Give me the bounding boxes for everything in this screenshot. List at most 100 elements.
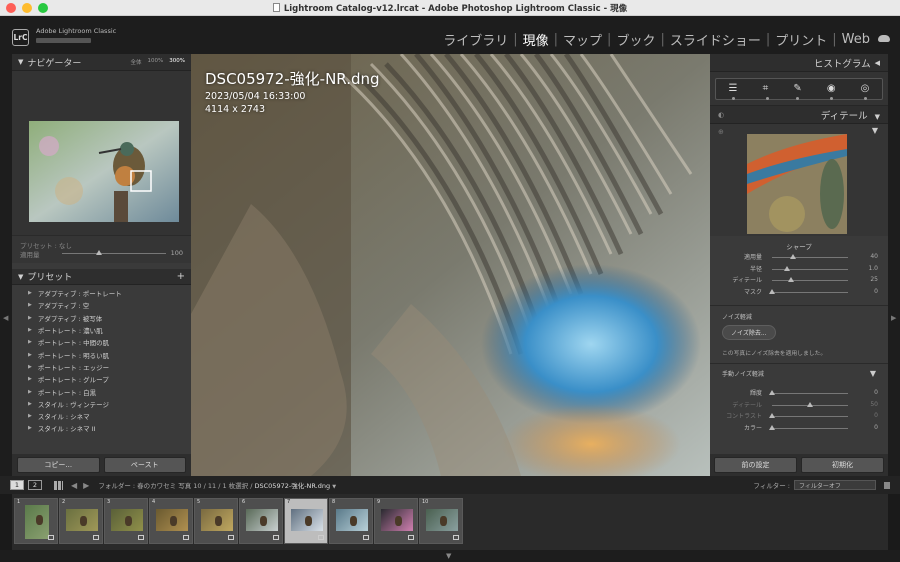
disclosure-triangle-icon[interactable]: ▶ (28, 425, 32, 431)
preset-folder-item[interactable]: ▶ ポートレート : 濃い肌 (28, 324, 191, 336)
navigator-thumbnail[interactable] (29, 121, 179, 222)
module-5[interactable]: プリント (775, 30, 827, 49)
red-eye-icon[interactable]: ◉ (827, 83, 836, 100)
previous-settings-button[interactable]: 前の設定 (714, 457, 797, 473)
slider-track[interactable] (772, 291, 848, 293)
detail-header[interactable]: ◐ ディテール ▼ (710, 106, 888, 124)
slider-value[interactable]: 25 (870, 276, 878, 283)
left-edge[interactable]: ◀ (0, 54, 12, 476)
denoise-button[interactable]: ノイズ除去... (722, 325, 776, 340)
filmstrip-thumbnail[interactable]: 2 (59, 498, 103, 544)
filmstrip-thumbnail[interactable]: 8 (329, 498, 373, 544)
disclosure-triangle-icon[interactable]: ▶ (28, 315, 32, 321)
photo-canvas[interactable]: DSC05972-強化-NR.dng 2023/05/04 16:33:00 4… (191, 54, 710, 476)
module-2[interactable]: マップ (563, 30, 602, 49)
slider-track[interactable] (772, 280, 848, 281)
right-edge[interactable]: ▶ (888, 54, 900, 476)
slider-track[interactable] (772, 393, 848, 394)
close-window-button[interactable] (6, 3, 16, 13)
slider-value[interactable]: 50 (870, 401, 878, 408)
slider-knob[interactable] (788, 277, 794, 282)
navigator-header[interactable]: ▼ ナビゲーター 全体 100% 300% (12, 54, 191, 71)
masking-icon[interactable]: ◎ (861, 83, 869, 100)
disclosure-triangle-icon[interactable]: ▶ (28, 339, 32, 345)
grid-view-icon[interactable] (54, 480, 63, 490)
slider-value[interactable]: 0 (874, 424, 878, 431)
navigator-preview[interactable] (12, 71, 191, 235)
preset-folder-item[interactable]: ▶ スタイル : シネマ (28, 410, 191, 422)
preset-folder-item[interactable]: ▶ スタイル : ヴィンテージ (28, 398, 191, 410)
collapse-left-arrow-icon[interactable]: ◀ (3, 314, 8, 322)
slider-knob[interactable] (769, 424, 775, 430)
preset-folder-item[interactable]: ▶ アダプティブ : 空 (28, 299, 191, 311)
slider-value[interactable]: 0 (874, 389, 878, 396)
slider-knob[interactable] (784, 265, 791, 271)
histogram-header[interactable]: ヒストグラム ◀ (710, 54, 888, 72)
disclosure-triangle-icon[interactable]: ▶ (28, 376, 32, 382)
slider-knob[interactable] (769, 390, 775, 395)
slider-value[interactable]: 1.0 (868, 265, 878, 272)
collapse-triangle-icon[interactable]: ▼ (870, 369, 876, 378)
filmstrip-thumbnail[interactable]: 1 (14, 498, 58, 544)
module-0[interactable]: ライブラリ (443, 30, 508, 49)
module-1[interactable]: 現像 (523, 30, 549, 49)
filmstrip-thumbnail[interactable]: 4 (149, 498, 193, 544)
filmstrip-thumbnail[interactable]: 10 (419, 498, 463, 544)
disclosure-triangle-icon[interactable]: ▶ (28, 413, 32, 419)
collapse-triangle-icon[interactable]: ▼ (875, 113, 880, 121)
preset-folder-item[interactable]: ▶ ポートレート : グループ (28, 373, 191, 385)
preset-folder-item[interactable]: ▶ ポートレート : エッジー (28, 361, 191, 373)
zoom-window-button[interactable] (38, 3, 48, 13)
disclosure-triangle-icon[interactable]: ▶ (28, 389, 32, 395)
collapse-triangle-icon[interactable]: ▼ (18, 58, 23, 66)
module-6[interactable]: Web (842, 32, 870, 47)
preset-folder-item[interactable]: ▶ ポートレート : 白黒 (28, 385, 191, 397)
preset-folder-item[interactable]: ▶ アダプティブ : 被写体 (28, 312, 191, 324)
main-screen-button[interactable]: 1 (10, 480, 24, 490)
amount-slider-knob[interactable] (96, 250, 102, 255)
target-icon[interactable]: ⊕ (718, 128, 724, 136)
crop-icon[interactable]: ⌗ (763, 83, 769, 100)
paste-settings-button[interactable]: ペースト (103, 457, 186, 473)
zoom-option-1[interactable]: 100% (148, 58, 164, 66)
expand-preview-icon[interactable]: ▼ (872, 126, 878, 135)
preset-folder-item[interactable]: ▶ ポートレート : 明るい肌 (28, 348, 191, 360)
zoom-option-0[interactable]: 全体 (131, 58, 142, 66)
minimize-window-button[interactable] (22, 3, 32, 13)
slider-knob[interactable] (789, 254, 796, 259)
amount-slider-track[interactable] (62, 253, 166, 254)
slider-knob[interactable] (769, 288, 775, 294)
cloud-sync-icon[interactable] (878, 35, 890, 42)
chevron-down-icon[interactable]: ▼ (332, 484, 336, 490)
filmstrip-thumbnail[interactable]: 5 (194, 498, 238, 544)
add-preset-button[interactable]: + (177, 271, 185, 282)
slider-knob[interactable] (769, 413, 775, 418)
slider-track[interactable] (772, 427, 848, 429)
preset-folder-item[interactable]: ▶ スタイル : シネマ II (28, 422, 191, 434)
preset-folder-item[interactable]: ▶ アダプティブ : ポートレート (28, 287, 191, 299)
presets-header[interactable]: ▼ プリセット + (12, 269, 191, 285)
visibility-eye-icon[interactable]: ◐ (718, 111, 724, 119)
second-screen-button[interactable]: 2 (28, 480, 42, 490)
filmstrip-thumbnail[interactable]: 6 (239, 498, 283, 544)
slider-track[interactable] (772, 416, 848, 417)
disclosure-triangle-icon[interactable]: ▶ (28, 290, 32, 296)
collapse-right-arrow-icon[interactable]: ▶ (891, 314, 896, 322)
filmstrip-thumbnail[interactable]: 9 (374, 498, 418, 544)
disclosure-triangle-icon[interactable]: ▶ (28, 364, 32, 370)
slider-track[interactable] (772, 257, 848, 258)
slider-value[interactable]: 40 (870, 253, 878, 260)
edit-sliders-icon[interactable]: ☰ (729, 83, 738, 100)
slider-value[interactable]: 0 (874, 288, 878, 295)
forward-arrow-icon[interactable]: ▶ (83, 481, 89, 490)
filmstrip-thumbnail[interactable]: 3 (104, 498, 148, 544)
slider-value[interactable]: 0 (874, 412, 878, 419)
back-arrow-icon[interactable]: ◀ (71, 481, 77, 490)
disclosure-triangle-icon[interactable]: ▶ (28, 302, 32, 308)
reset-button[interactable]: 初期化 (801, 457, 884, 473)
module-3[interactable]: ブック (616, 30, 655, 49)
disclosure-triangle-icon[interactable]: ▶ (28, 327, 32, 333)
filmstrip-thumbnail[interactable]: 7 (284, 498, 328, 544)
zoom-option-2[interactable]: 300% (169, 58, 185, 66)
copy-settings-button[interactable]: コピー... (17, 457, 100, 473)
